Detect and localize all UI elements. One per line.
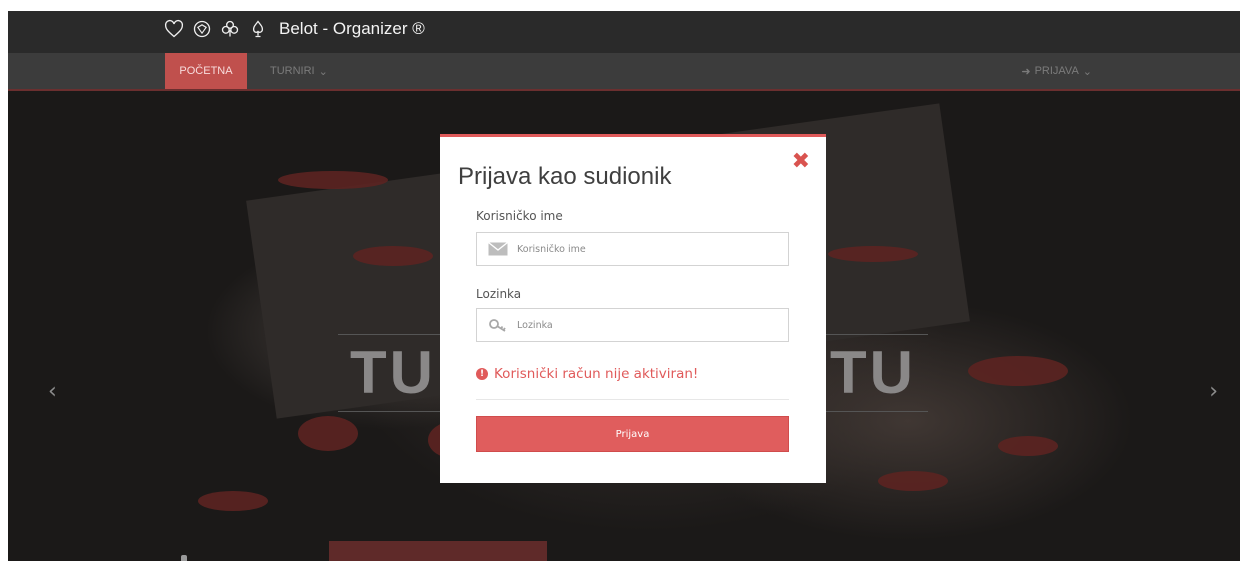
password-input[interactable]	[515, 318, 779, 332]
top-bar: Belot - Organizer ®	[8, 11, 1240, 53]
spade-icon	[247, 17, 269, 41]
username-field[interactable]	[476, 232, 789, 266]
hero-decor	[278, 171, 388, 189]
nav-item-login[interactable]: ➜ PRIJAVA ⌄	[1021, 53, 1092, 89]
club-icon	[219, 17, 241, 41]
hero-decor	[968, 356, 1068, 386]
error-message: ! Korisnički račun nije aktiviran!	[476, 366, 698, 382]
hero-decor	[198, 491, 268, 511]
sign-in-icon: ➜	[1021, 65, 1031, 78]
hero-indicator	[181, 555, 187, 561]
password-field[interactable]	[476, 308, 789, 342]
nav-login-label: PRIJAVA	[1034, 65, 1079, 77]
modal-title: Prijava kao sudionik	[458, 163, 672, 190]
nav-home-label: POČETNA	[179, 65, 233, 77]
username-label: Korisničko ime	[476, 209, 563, 223]
login-modal: ✖ Prijava kao sudionik Korisničko ime Lo…	[440, 134, 826, 483]
password-label: Lozinka	[476, 287, 522, 301]
nav-tournaments-label: TURNIRI	[270, 65, 315, 77]
brand[interactable]: Belot - Organizer ®	[163, 17, 425, 41]
hero-decor	[828, 246, 918, 262]
diamond-icon	[191, 17, 213, 41]
close-icon[interactable]: ✖	[792, 151, 810, 173]
nav-item-tournaments[interactable]: TURNIRI ⌄	[270, 53, 328, 89]
hero-decor	[353, 246, 433, 266]
hero-button[interactable]	[329, 541, 547, 561]
chevron-down-icon: ⌄	[1082, 65, 1092, 78]
hero-decor	[998, 436, 1058, 456]
hero-heading-left: TU	[350, 338, 436, 406]
carousel-next-icon[interactable]: ›	[1209, 379, 1218, 404]
hero-decor	[298, 416, 358, 451]
chevron-down-icon: ⌄	[318, 65, 328, 78]
main-nav: POČETNA TURNIRI ⌄ ➜ PRIJAVA ⌄	[8, 53, 1240, 91]
key-icon	[487, 317, 509, 333]
nav-item-home[interactable]: POČETNA	[165, 53, 247, 89]
exclamation-circle-icon: !	[476, 368, 488, 380]
login-submit-button[interactable]: Prijava	[476, 416, 789, 452]
modal-divider	[476, 399, 789, 400]
login-submit-label: Prijava	[615, 428, 650, 440]
brand-title: Belot - Organizer ®	[279, 19, 425, 38]
envelope-icon	[487, 241, 509, 257]
hero-decor	[878, 471, 948, 491]
heart-icon	[163, 17, 185, 41]
carousel-prev-icon[interactable]: ‹	[48, 379, 57, 404]
error-text: Korisnički račun nije aktiviran!	[494, 366, 699, 382]
username-input[interactable]	[515, 242, 779, 256]
